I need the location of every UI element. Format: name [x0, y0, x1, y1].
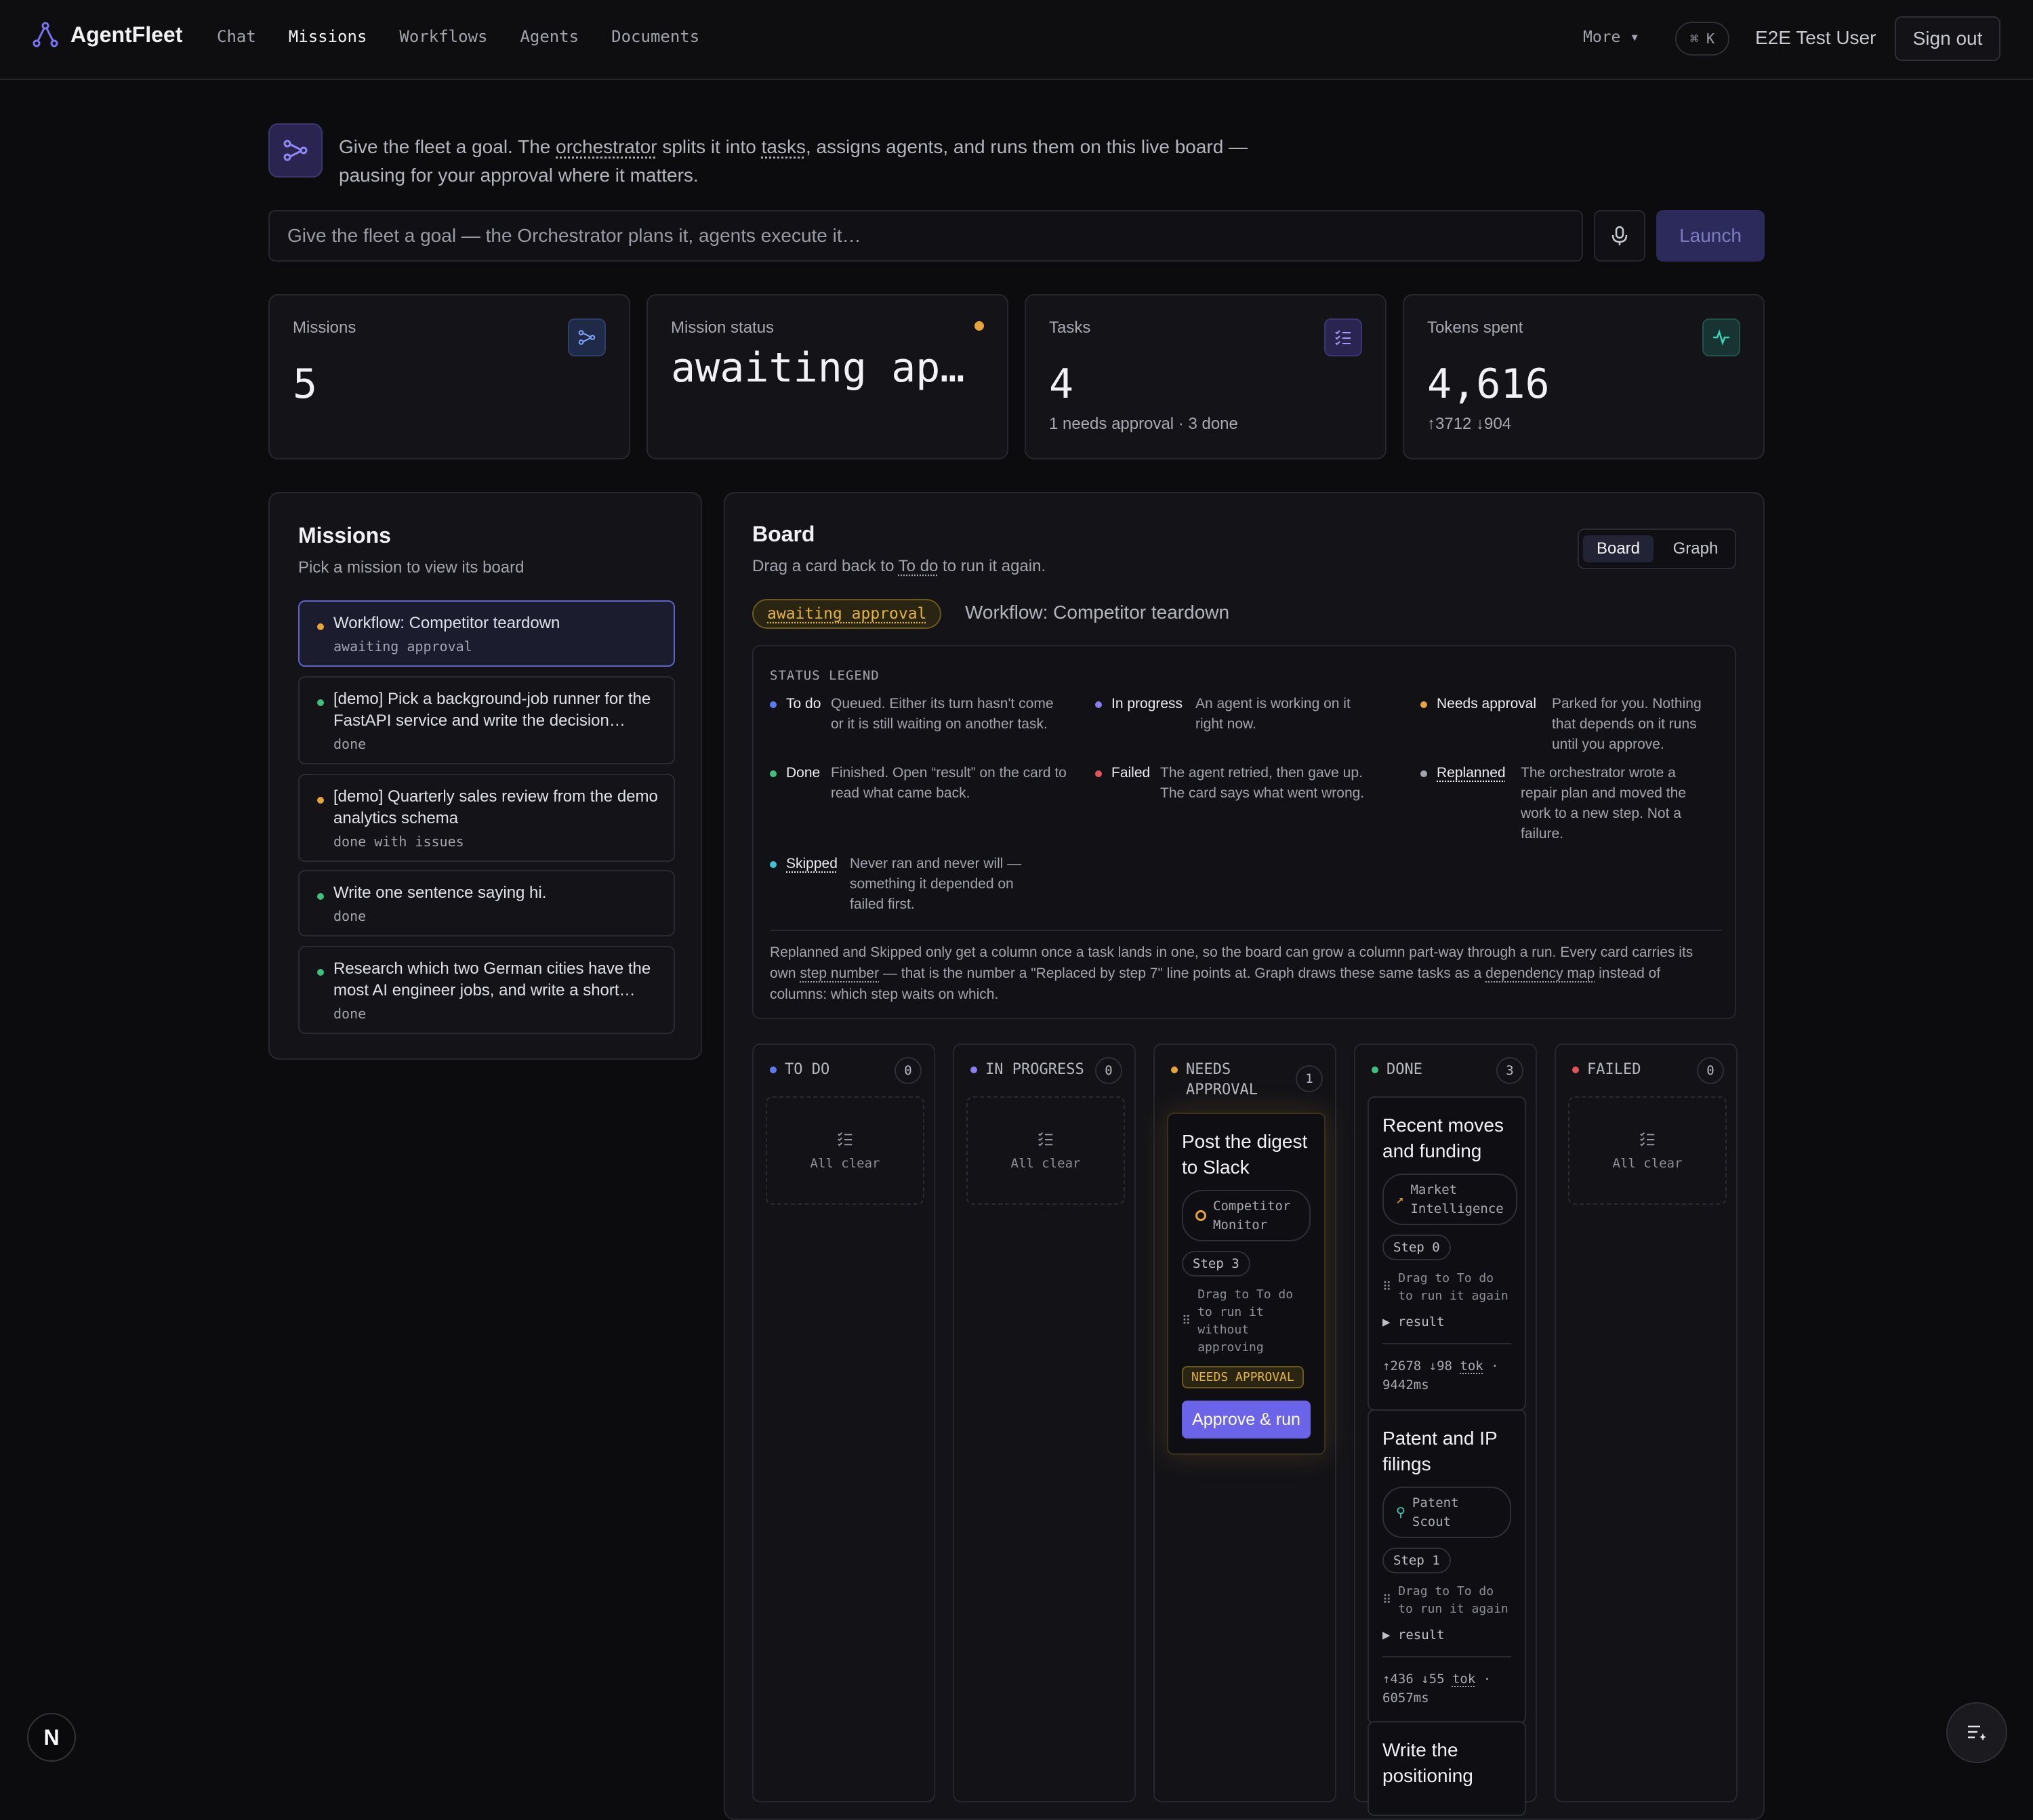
agent-chip[interactable]: ⚲ Patent Scout	[1382, 1487, 1511, 1538]
column-done: DONE 3 Recent moves and funding ↗ Market …	[1354, 1043, 1537, 1802]
mission-item[interactable]: Research which two German cities have th…	[298, 946, 675, 1034]
step-number: Step 1	[1382, 1548, 1451, 1573]
nav-chat[interactable]: Chat	[217, 27, 256, 46]
goal-input[interactable]: Give the fleet a goal — the Orchestrator…	[268, 210, 1583, 262]
board-subtitle: Drag a card back to To do to run it agai…	[752, 557, 1046, 576]
list-sparkle-icon	[1965, 1721, 1988, 1744]
task-card[interactable]: Write the positioning	[1368, 1721, 1526, 1816]
drag-handle-icon: ⠿	[1382, 1592, 1391, 1609]
result-toggle[interactable]: ▶ result	[1382, 1315, 1511, 1329]
nav-missions[interactable]: Missions	[289, 27, 367, 46]
column-failed: FAILED 0 All clear	[1555, 1043, 1738, 1802]
legend-note: Replanned and Skipped only get a column …	[770, 942, 1721, 1005]
scout-icon: ⚲	[1396, 1503, 1405, 1522]
task-title: Write the positioning	[1382, 1737, 1511, 1789]
board-view-button[interactable]: Board	[1583, 535, 1654, 562]
main-nav: Chat Missions Workflows Agents Documents	[217, 27, 699, 46]
result-toggle[interactable]: ▶ result	[1382, 1628, 1511, 1642]
drag-hint[interactable]: ⠿ Drag to To do to run it again	[1382, 1583, 1511, 1618]
empty-column-placeholder: All clear	[766, 1096, 924, 1205]
empty-column-placeholder: All clear	[966, 1096, 1125, 1205]
mission-item[interactable]: Workflow: Competitor teardown awaiting a…	[298, 600, 675, 667]
task-card[interactable]: Recent moves and funding ↗ Market Intelli…	[1368, 1096, 1526, 1411]
view-toggle: Board Graph	[1578, 529, 1736, 569]
step-number: Step 3	[1182, 1251, 1250, 1277]
microphone-button[interactable]	[1594, 210, 1645, 262]
launch-button[interactable]: Launch	[1656, 210, 1765, 262]
app-name: AgentFleet	[70, 22, 182, 47]
drag-hint[interactable]: ⠿ Drag to To do to run it again	[1382, 1270, 1511, 1305]
drag-handle-icon: ⠿	[1182, 1312, 1191, 1330]
tasks-term[interactable]: tasks	[762, 136, 806, 157]
status-legend: STATUS LEGEND To do Queued. Either its tu…	[752, 645, 1736, 1019]
missions-panel-title: Missions	[298, 523, 391, 548]
activity-feed-button[interactable]	[1946, 1702, 2007, 1763]
token-usage: ↑436 ↓55 tok · 6057ms	[1382, 1656, 1511, 1708]
approve-and-run-button[interactable]: Approve & run	[1182, 1401, 1311, 1439]
checklist-icon	[1037, 1130, 1054, 1148]
sign-out-button[interactable]: Sign out	[1895, 16, 2000, 61]
nextjs-dev-badge[interactable]: N	[27, 1713, 76, 1762]
tokens-count: 4,616	[1427, 360, 1550, 408]
nav-workflows[interactable]: Workflows	[399, 27, 487, 46]
agent-chip[interactable]: ↗ Market Intelligence	[1382, 1174, 1517, 1225]
orchestrator-term[interactable]: orchestrator	[556, 136, 657, 157]
status-dot	[974, 321, 984, 331]
mission-item[interactable]: [demo] Pick a background-job runner for …	[298, 676, 675, 764]
column-todo: TO DO 0 All clear	[752, 1043, 935, 1802]
token-usage: ↑2678 ↓98 tok · 9442ms	[1382, 1343, 1511, 1394]
logo[interactable]: AgentFleet	[33, 22, 182, 47]
drag-hint[interactable]: ⠿ Drag to To do to run it without approvi…	[1182, 1286, 1311, 1357]
tasks-count: 4	[1049, 360, 1073, 408]
target-icon	[1195, 1210, 1206, 1221]
intro-text: Give the fleet a goal. The orchestrator …	[339, 133, 1288, 190]
top-nav-bar: AgentFleet Chat Missions Workflows Agent…	[0, 0, 2033, 80]
task-card[interactable]: Patent and IP filings ⚲ Patent Scout Step…	[1368, 1409, 1526, 1724]
step-number: Step 0	[1382, 1235, 1451, 1260]
trending-up-icon: ↗	[1396, 1190, 1403, 1209]
legend-title: STATUS LEGEND	[770, 668, 880, 683]
graph-view-button[interactable]: Graph	[1659, 535, 1732, 562]
missions-panel-subtitle: Pick a mission to view its board	[298, 558, 524, 577]
column-in-progress: IN PROGRESS 0 All clear	[953, 1043, 1136, 1802]
task-title: Recent moves and funding	[1382, 1113, 1511, 1164]
tokens-io: ↑3712 ↓904	[1427, 415, 1511, 434]
task-title: Post the digest to Slack	[1182, 1129, 1311, 1180]
drag-handle-icon: ⠿	[1382, 1279, 1391, 1296]
tokens-stat-card: Tokens spent 4,616 ↑3712 ↓904	[1403, 294, 1765, 459]
checklist-icon	[1639, 1130, 1656, 1148]
mission-status-stat-card: Mission status awaiting ap…	[646, 294, 1008, 459]
task-title: Patent and IP filings	[1382, 1426, 1511, 1477]
checklist-icon	[1324, 318, 1362, 356]
checklist-icon	[836, 1130, 854, 1148]
tasks-stat-card: Tasks 4 1 needs approval · 3 done	[1025, 294, 1387, 459]
column-needs-approval: NEEDS APPROVAL 1 Post the digest to Slac…	[1153, 1043, 1336, 1802]
fleet-logo-icon	[33, 22, 58, 47]
orchestrator-icon	[268, 123, 323, 178]
branch-icon	[568, 318, 606, 356]
command-palette-button[interactable]: ⌘ K	[1675, 22, 1729, 56]
needs-approval-badge: NEEDS APPROVAL	[1182, 1366, 1304, 1388]
activity-icon	[1702, 318, 1740, 356]
user-name: E2E Test User	[1755, 27, 1876, 49]
nav-agents[interactable]: Agents	[520, 27, 579, 46]
nav-documents[interactable]: Documents	[611, 27, 699, 46]
missions-panel: Missions Pick a mission to view its boar…	[268, 492, 702, 1060]
microphone-icon	[1611, 226, 1628, 246]
status-badge: awaiting approval	[752, 599, 941, 629]
board-mission-name: Workflow: Competitor teardown	[965, 602, 1229, 623]
task-card[interactable]: Post the digest to Slack Competitor Moni…	[1167, 1113, 1326, 1455]
mission-status-value: awaiting ap…	[671, 344, 964, 392]
mission-item[interactable]: [demo] Quarterly sales review from the d…	[298, 774, 675, 862]
empty-column-placeholder: All clear	[1568, 1096, 1727, 1205]
board-title: Board	[752, 522, 815, 547]
tasks-summary: 1 needs approval · 3 done	[1049, 415, 1238, 434]
more-menu-button[interactable]: More ▾	[1583, 28, 1639, 46]
missions-stat-card: Missions 5	[268, 294, 630, 459]
mission-item[interactable]: Write one sentence saying hi. done	[298, 870, 675, 936]
agent-chip[interactable]: Competitor Monitor	[1182, 1190, 1311, 1241]
missions-count: 5	[293, 360, 317, 408]
